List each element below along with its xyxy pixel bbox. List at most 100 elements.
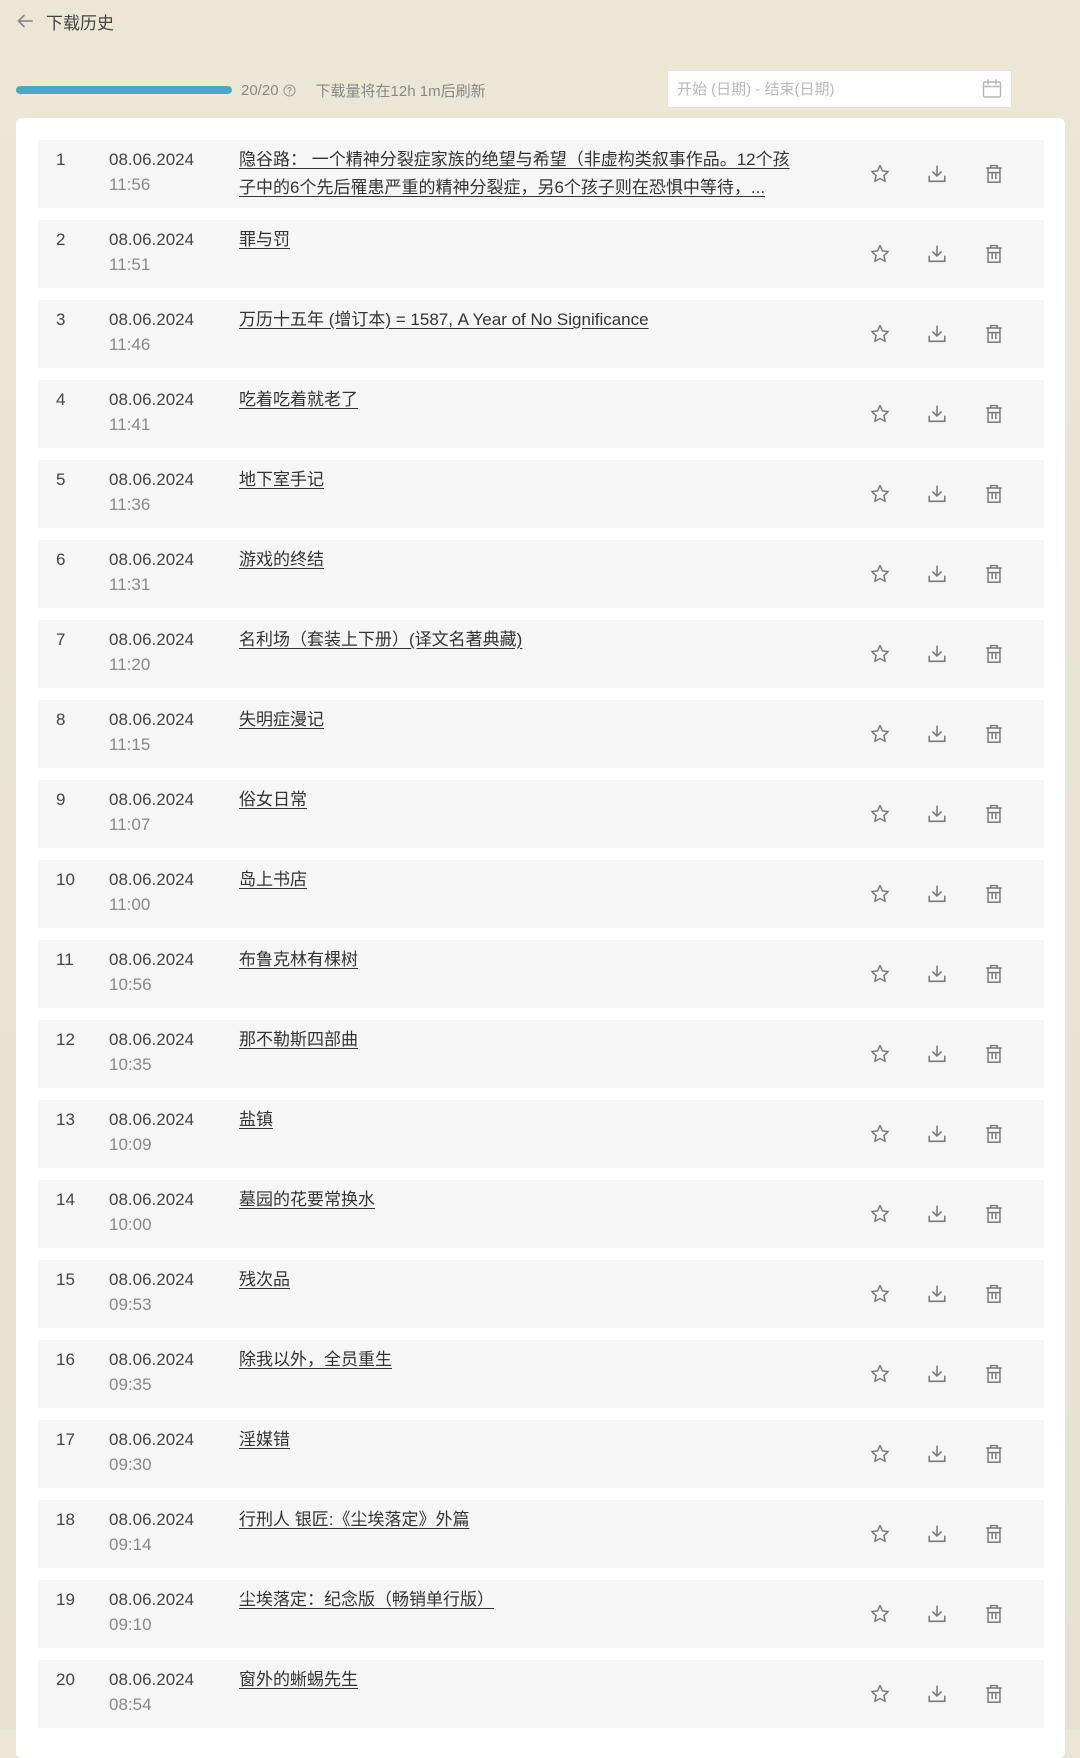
row-index: 2 <box>56 230 66 249</box>
trash-icon[interactable] <box>982 242 1006 266</box>
download-icon[interactable] <box>925 322 949 346</box>
trash-icon[interactable] <box>982 642 1006 666</box>
trash-icon[interactable] <box>982 1202 1006 1226</box>
book-title-link[interactable]: 盐镇 <box>239 1106 799 1134</box>
trash-icon[interactable] <box>982 1362 1006 1386</box>
book-title-link[interactable]: 游戏的终结 <box>239 546 799 574</box>
row-index: 8 <box>56 710 66 729</box>
star-icon[interactable] <box>868 1362 892 1386</box>
trash-icon[interactable] <box>982 882 1006 906</box>
book-title-link[interactable]: 万历十五年 (增订本) = 1587, A Year of No Signifi… <box>239 306 799 334</box>
download-date: 08.06.2024 <box>109 550 195 569</box>
star-icon[interactable] <box>868 1602 892 1626</box>
star-icon[interactable] <box>868 562 892 586</box>
book-title-link[interactable]: 失明症漫记 <box>239 706 799 734</box>
arrow-left-icon[interactable] <box>14 10 36 32</box>
row-index: 10 <box>56 870 75 889</box>
download-icon[interactable] <box>925 642 949 666</box>
book-title-link[interactable]: 吃着吃着就老了 <box>239 386 799 414</box>
row-actions <box>868 642 1038 666</box>
trash-icon[interactable] <box>982 162 1006 186</box>
star-icon[interactable] <box>868 882 892 906</box>
book-title-link[interactable]: 地下室手记 <box>239 466 799 494</box>
trash-icon[interactable] <box>982 402 1006 426</box>
trash-icon[interactable] <box>982 562 1006 586</box>
row-actions <box>868 802 1038 826</box>
trash-icon[interactable] <box>982 802 1006 826</box>
row-index: 17 <box>56 1430 75 1449</box>
star-icon[interactable] <box>868 482 892 506</box>
book-title-link[interactable]: 俗女日常 <box>239 786 799 814</box>
star-icon[interactable] <box>868 802 892 826</box>
star-icon[interactable] <box>868 1042 892 1066</box>
date-range-filter[interactable] <box>667 70 1012 108</box>
download-icon[interactable] <box>925 962 949 986</box>
download-date: 08.06.2024 <box>109 390 195 409</box>
trash-icon[interactable] <box>982 1442 1006 1466</box>
download-icon[interactable] <box>925 562 949 586</box>
trash-icon[interactable] <box>982 1602 1006 1626</box>
question-circle-icon[interactable] <box>282 83 296 97</box>
download-icon[interactable] <box>925 722 949 746</box>
star-icon[interactable] <box>868 1202 892 1226</box>
book-title-link[interactable]: 布鲁克林有棵树 <box>239 946 799 974</box>
trash-icon[interactable] <box>982 482 1006 506</box>
download-icon[interactable] <box>925 1682 949 1706</box>
trash-icon[interactable] <box>982 1522 1006 1546</box>
trash-icon[interactable] <box>982 1282 1006 1306</box>
date-range-input[interactable] <box>668 79 980 99</box>
book-title-link[interactable]: 墓园的花要常换水 <box>239 1186 799 1214</box>
download-date: 08.06.2024 <box>109 1270 195 1289</box>
calendar-icon[interactable] <box>980 77 1004 101</box>
download-icon[interactable] <box>925 1042 949 1066</box>
trash-icon[interactable] <box>982 1682 1006 1706</box>
row-index: 1 <box>56 150 66 169</box>
book-title-link[interactable]: 罪与罚 <box>239 226 799 254</box>
book-title-link[interactable]: 淫媒错 <box>239 1426 799 1454</box>
download-icon[interactable] <box>925 802 949 826</box>
download-row: 8 08.06.2024 11:15 失明症漫记 <box>38 700 1044 768</box>
download-icon[interactable] <box>925 1362 949 1386</box>
trash-icon[interactable] <box>982 1122 1006 1146</box>
download-icon[interactable] <box>925 162 949 186</box>
book-title-link[interactable]: 名利场（套装上下册）(译文名著典藏) <box>239 626 799 654</box>
download-icon[interactable] <box>925 482 949 506</box>
row-index: 13 <box>56 1110 75 1129</box>
download-icon[interactable] <box>925 882 949 906</box>
download-icon[interactable] <box>925 1602 949 1626</box>
star-icon[interactable] <box>868 962 892 986</box>
trash-icon[interactable] <box>982 322 1006 346</box>
row-actions <box>868 162 1038 186</box>
book-title-link[interactable]: 窗外的蜥蜴先生 <box>239 1666 799 1694</box>
download-icon[interactable] <box>925 242 949 266</box>
book-title-link[interactable]: 隐谷路： 一个精神分裂症家族的绝望与希望（非虚构类叙事作品。12个孩子中的6个先… <box>239 146 799 202</box>
book-title-link[interactable]: 行刑人 银匠:《尘埃落定》外篇 <box>239 1506 799 1534</box>
book-title-link[interactable]: 除我以外，全员重生 <box>239 1346 799 1374</box>
download-icon[interactable] <box>925 402 949 426</box>
book-title-link[interactable]: 岛上书店 <box>239 866 799 894</box>
star-icon[interactable] <box>868 1282 892 1306</box>
star-icon[interactable] <box>868 722 892 746</box>
download-row: 20 08.06.2024 08:54 窗外的蜥蜴先生 <box>38 1660 1044 1728</box>
download-icon[interactable] <box>925 1522 949 1546</box>
star-icon[interactable] <box>868 642 892 666</box>
download-icon[interactable] <box>925 1282 949 1306</box>
star-icon[interactable] <box>868 1682 892 1706</box>
star-icon[interactable] <box>868 1522 892 1546</box>
trash-icon[interactable] <box>982 962 1006 986</box>
download-icon[interactable] <box>925 1202 949 1226</box>
book-title-link[interactable]: 残次品 <box>239 1266 799 1294</box>
download-icon[interactable] <box>925 1442 949 1466</box>
download-icon[interactable] <box>925 1122 949 1146</box>
download-date: 08.06.2024 <box>109 470 195 489</box>
star-icon[interactable] <box>868 402 892 426</box>
star-icon[interactable] <box>868 162 892 186</box>
book-title-link[interactable]: 那不勒斯四部曲 <box>239 1026 799 1054</box>
star-icon[interactable] <box>868 242 892 266</box>
star-icon[interactable] <box>868 1442 892 1466</box>
book-title-link[interactable]: 尘埃落定：纪念版（畅销单行版） <box>239 1586 799 1614</box>
star-icon[interactable] <box>868 1122 892 1146</box>
trash-icon[interactable] <box>982 722 1006 746</box>
star-icon[interactable] <box>868 322 892 346</box>
trash-icon[interactable] <box>982 1042 1006 1066</box>
